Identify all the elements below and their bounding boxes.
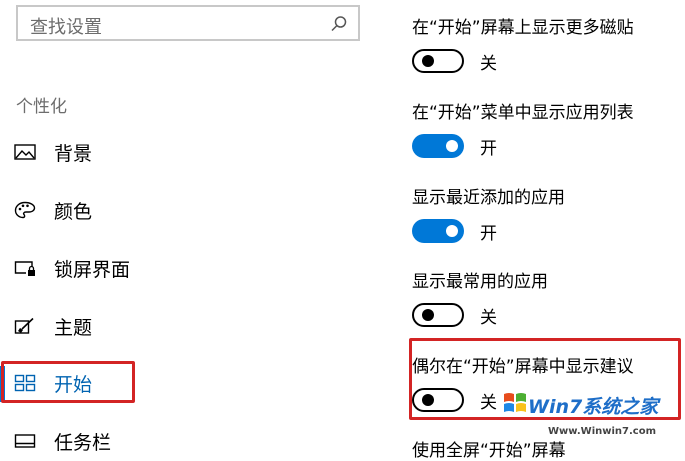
toggle-switch[interactable] xyxy=(412,303,464,327)
sidebar-item-themes[interactable]: 主题 xyxy=(0,306,380,346)
picture-icon xyxy=(14,144,36,160)
search-icon[interactable] xyxy=(330,15,348,33)
toggle-switch[interactable] xyxy=(412,219,464,243)
sidebar-item-label: 颜色 xyxy=(54,201,93,223)
toggle-state: 关 xyxy=(480,308,497,328)
sidebar-item-label: 锁屏界面 xyxy=(54,259,131,281)
sidebar-item-label: 主题 xyxy=(54,317,93,339)
watermark-brand: Win7系统之家 xyxy=(528,396,659,418)
setting-label: 显示最常用的应用 xyxy=(412,272,548,292)
palette-icon xyxy=(14,201,36,219)
toggle-switch[interactable] xyxy=(412,49,464,73)
sidebar-item-background[interactable]: 背景 xyxy=(0,132,380,172)
toggle-knob xyxy=(446,140,458,152)
toggle-knob xyxy=(422,309,434,321)
setting-label: 在“开始”屏幕上显示更多磁贴 xyxy=(412,18,634,38)
toggle-state: 开 xyxy=(480,139,497,159)
search-box[interactable]: 查找设置 xyxy=(16,5,360,41)
section-title: 个性化 xyxy=(16,97,67,117)
lock-screen-icon xyxy=(14,261,35,276)
toggle-state: 关 xyxy=(480,54,497,74)
toggle-knob xyxy=(422,55,434,67)
toggle-knob xyxy=(446,225,458,237)
taskbar-icon xyxy=(14,434,36,448)
windows-logo-icon xyxy=(504,393,526,412)
sidebar-item-label: 背景 xyxy=(54,143,93,165)
toggle-switch[interactable] xyxy=(412,134,464,158)
watermark-url: Www.Winwin7.com xyxy=(548,426,657,437)
toggle-state: 开 xyxy=(480,224,497,244)
setting-label: 显示最近添加的应用 xyxy=(412,188,565,208)
theme-brush-icon xyxy=(14,317,34,334)
sidebar-item-lock-screen[interactable]: 锁屏界面 xyxy=(0,248,380,288)
highlight-box-start xyxy=(1,361,135,403)
watermark: Win7系统之家 Www.Winwin7.com xyxy=(500,386,682,448)
sidebar-item-taskbar[interactable]: 任务栏 xyxy=(0,421,380,461)
search-input[interactable]: 查找设置 xyxy=(30,13,102,39)
setting-label: 在“开始”菜单中显示应用列表 xyxy=(412,103,634,123)
sidebar-item-colors[interactable]: 颜色 xyxy=(0,190,380,230)
